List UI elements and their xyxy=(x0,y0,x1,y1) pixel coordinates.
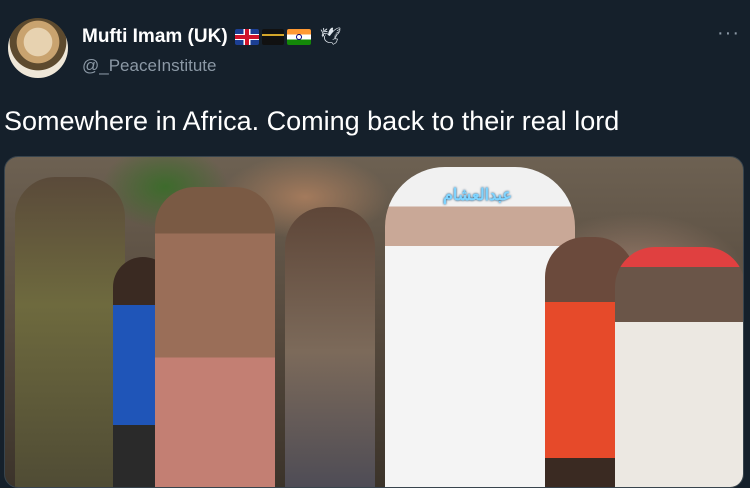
more-options-icon[interactable]: ··· xyxy=(717,22,740,45)
name-row: Mufti Imam (UK) 🕊 xyxy=(82,24,341,50)
author-handle[interactable]: @_PeaceInstitute xyxy=(82,56,341,76)
person-figure xyxy=(615,247,743,487)
person-figure xyxy=(15,177,125,487)
person-figure xyxy=(285,207,375,487)
dove-icon: 🕊 xyxy=(319,27,342,46)
uk-flag-icon xyxy=(234,29,259,45)
author-display-name[interactable]: Mufti Imam (UK) xyxy=(82,26,228,48)
video-overlay-text: عبدالعشام xyxy=(443,187,512,204)
name-emoji-group: 🕊 xyxy=(234,27,342,47)
india-flag-icon xyxy=(286,29,311,45)
tweet-text: Somewhere in Africa. Coming back to thei… xyxy=(4,106,620,136)
person-figure xyxy=(155,187,275,487)
tweet-video[interactable]: عبدالعشام xyxy=(4,156,744,488)
kaaba-icon xyxy=(261,29,284,45)
author-block: Mufti Imam (UK) 🕊 @_PeaceInstitute xyxy=(82,24,341,76)
author-avatar[interactable] xyxy=(8,18,68,78)
